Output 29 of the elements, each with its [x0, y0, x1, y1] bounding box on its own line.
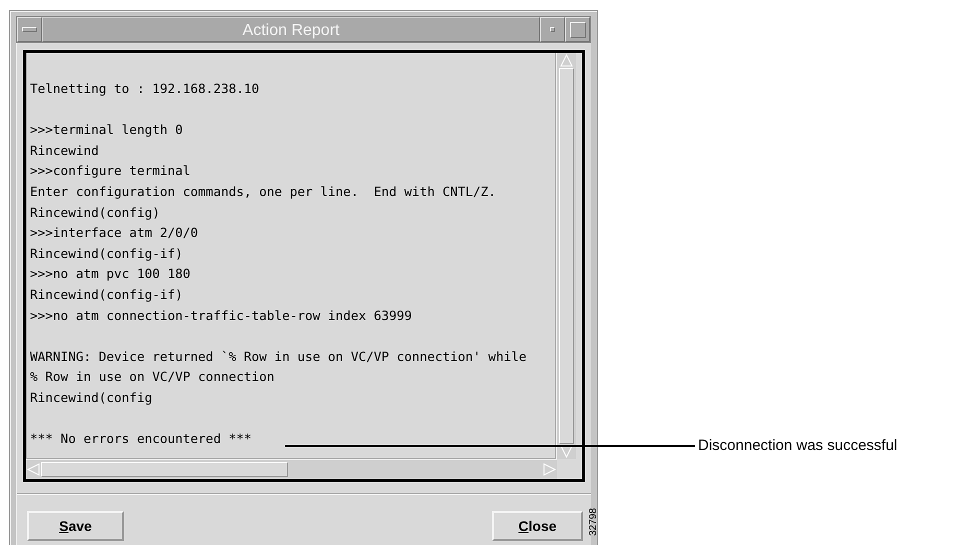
maximize-button[interactable]	[565, 17, 590, 42]
output-line: Rincewind(config	[30, 388, 152, 407]
output-line: >>>no atm connection-traffic-table-row index 63999	[30, 306, 412, 325]
output-line: *** No errors encountered ***	[30, 430, 252, 448]
scroll-down-icon[interactable]	[559, 444, 574, 459]
window-menu-button[interactable]	[17, 17, 42, 42]
output-line: Enter configuration commands, one per line. End with CNTL/Z.	[30, 182, 496, 201]
output-line: Rincewind	[30, 142, 99, 160]
figure-number: 32798	[588, 508, 600, 536]
output-line: >>>interface atm 2/0/0	[30, 224, 198, 242]
scroll-thumb[interactable]	[41, 462, 288, 477]
scroll-up-icon[interactable]	[559, 53, 574, 68]
output-line: % Row in use on VC/VP connection	[30, 368, 274, 386]
dialog-button[interactable]: Close	[492, 511, 583, 541]
vertical-scrollbar[interactable]	[556, 53, 576, 459]
output-line: Rincewind(config)	[30, 204, 160, 222]
minimize-button[interactable]	[540, 17, 565, 42]
output-line: >>>configure terminal	[30, 162, 190, 180]
window-title: Action Report	[42, 17, 540, 42]
callout-label: Disconnection was successful	[698, 436, 898, 456]
output-line: >>>no atm pvc 100 180	[30, 265, 190, 284]
output-line: Rincewind(config-if)	[30, 244, 183, 263]
output-line: >>>terminal length 0	[30, 121, 183, 140]
output-line: WARNING: Device returned `% Row in use on VC/VP connection' while	[30, 348, 527, 366]
dialog-button[interactable]: Save	[27, 511, 124, 541]
output-line: Telnetting to : 192.168.238.10	[30, 80, 260, 98]
output-line: Rincewind(config-if)	[30, 286, 183, 304]
scroll-left-icon[interactable]	[26, 462, 41, 477]
horizontal-scrollbar[interactable]	[26, 459, 557, 479]
